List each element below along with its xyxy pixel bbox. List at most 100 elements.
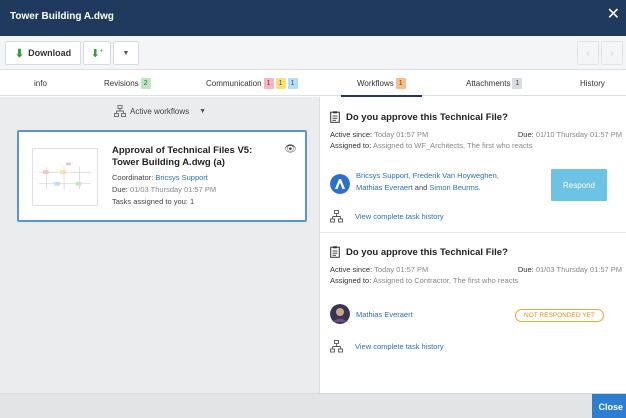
view-history-label: View complete task history: [355, 212, 444, 221]
download-button[interactable]: ⬇ Download: [5, 41, 81, 65]
task-question-text: Do you approve this Technical File?: [346, 246, 508, 258]
due-label: Due:: [112, 185, 128, 194]
toolbar: ⬇ Download ⬇+ ▼ ‹ ›: [0, 36, 626, 70]
assignee-line-1[interactable]: Bricsys Support, Frederik Van Hoyweghen,: [356, 170, 499, 182]
assigned-label: Assigned to:: [330, 141, 372, 150]
active-since-value: Today 01:57 PM: [374, 130, 429, 139]
tab-revisions-label: Revisions: [104, 78, 139, 88]
workflow-list-panel: Active workflows ▼ Approval of Technical…: [0, 97, 319, 393]
coordinator-line: Coordinator: Bricsys Support: [112, 173, 208, 182]
tab-communication-label: Communication: [206, 78, 262, 88]
task-due-value: 01/03 Thursday 01:57 PM: [535, 265, 622, 274]
close-icon[interactable]: ✕: [607, 7, 620, 23]
workflow-arrow-icon: ⬇+: [90, 47, 104, 60]
window-title: Tower Building A.dwg: [10, 11, 114, 22]
task-question: Do you approve this Technical File?: [330, 111, 622, 123]
tab-communication[interactable]: Communication 1 1 1: [206, 70, 298, 96]
active-workflows-filter[interactable]: Active workflows ▼: [114, 105, 206, 117]
chevron-right-icon: ›: [610, 48, 614, 58]
active-since-line: Active since: Today 01:57 PM: [330, 130, 428, 139]
tasks-count: 1: [189, 197, 195, 206]
due-line: Due: 01/03 Thursday 01:57 PM: [112, 185, 216, 194]
next-button[interactable]: ›: [601, 41, 623, 65]
close-button[interactable]: Close: [592, 394, 626, 418]
view-history-link[interactable]: View complete task history: [330, 340, 444, 353]
tab-history-label: History: [580, 78, 605, 88]
tab-revisions[interactable]: Revisions 2: [104, 70, 151, 96]
task-due-line: Due: 01/10 Thursday 01:57 PM: [518, 130, 622, 139]
attachments-count-badge: 1: [512, 77, 523, 89]
tab-workflows-label: Workflows: [357, 78, 394, 88]
assigned-value: Assigned to Contractor, The first who re…: [372, 276, 519, 285]
chevron-down-icon: ▼: [122, 49, 130, 57]
workflow-icon: [330, 210, 343, 223]
task-item: Do you approve this Technical File? Acti…: [330, 246, 622, 364]
footer-bar: Close: [0, 393, 626, 418]
view-history-link[interactable]: View complete task history: [330, 210, 444, 223]
workflow-icon: [330, 340, 343, 353]
assignee-mathias[interactable]: Mathias Everaert: [356, 310, 413, 319]
workflow-title: Approval of Technical Files V5: Tower Bu…: [112, 145, 253, 168]
coordinator-link[interactable]: Bricsys Support: [155, 173, 208, 182]
assigned-label: Assigned to:: [330, 276, 372, 285]
assigned-line: Assigned to: Assigned to WF_Architects, …: [330, 141, 532, 150]
task-detail-panel: Do you approve this Technical File? Acti…: [319, 97, 626, 393]
filter-label: Active workflows: [130, 106, 190, 116]
chevron-down-icon: ▼: [199, 107, 207, 115]
workflow-action-button[interactable]: ⬇+: [83, 41, 111, 65]
tab-info-label: info: [34, 78, 47, 88]
due-value: 01/03 Thursday 01:57 PM: [129, 185, 217, 194]
view-history-label: View complete task history: [355, 342, 444, 351]
workflows-count-badge: 1: [395, 77, 406, 89]
group-avatar-icon: [330, 174, 350, 194]
drawing-thumbnail: [32, 148, 98, 206]
tab-info[interactable]: info: [34, 70, 47, 96]
tab-attachments-label: Attachments: [466, 78, 511, 88]
assignee-and: and: [414, 183, 428, 192]
coordinator-label: Coordinator:: [112, 173, 154, 182]
eye-icon[interactable]: 👁: [284, 144, 297, 155]
active-since-label: Active since:: [330, 130, 373, 139]
task-due-value: 01/10 Thursday 01:57 PM: [535, 130, 622, 139]
more-options-button[interactable]: ▼: [113, 41, 139, 65]
task-divider: [320, 232, 626, 233]
task-due-label: Due:: [517, 265, 534, 274]
assignee-list: Mathias Everaert: [356, 309, 413, 321]
active-since-line: Active since: Today 01:57 PM: [330, 265, 428, 274]
tasks-label: Tasks assigned to you:: [112, 197, 188, 206]
active-since-label: Active since:: [330, 265, 373, 274]
task-due-label: Due:: [517, 130, 534, 139]
assignee-line-2: Mathias Everaert and Simon Beurms.: [356, 182, 499, 194]
assigned-line: Assigned to: Assigned to Contractor, The…: [330, 276, 518, 285]
respond-button[interactable]: Respond: [551, 169, 607, 201]
assignee-list: Bricsys Support, Frederik Van Hoyweghen,…: [356, 170, 499, 194]
clipboard-icon: [330, 246, 340, 258]
communication-badge-blue: 1: [287, 77, 298, 89]
workflow-card[interactable]: Approval of Technical Files V5: Tower Bu…: [17, 130, 307, 222]
communication-badge-yellow: 1: [275, 77, 286, 89]
chevron-left-icon: ‹: [586, 48, 590, 58]
task-question: Do you approve this Technical File?: [330, 246, 622, 258]
revisions-count-badge: 2: [140, 77, 151, 89]
previous-button[interactable]: ‹: [577, 41, 599, 65]
task-item: Do you approve this Technical File? Acti…: [330, 111, 622, 229]
task-due-line: Due: 01/03 Thursday 01:57 PM: [518, 265, 622, 274]
communication-badge-pink: 1: [263, 77, 274, 89]
status-badge: NOT RESPONDED YET: [515, 309, 604, 322]
task-question-text: Do you approve this Technical File?: [346, 111, 508, 123]
tab-bar: info Revisions 2 Communication 1 1 1 Wor…: [0, 70, 626, 97]
clipboard-icon: [330, 111, 340, 123]
assigned-value: Assigned to WF_Architects, The first who…: [372, 141, 533, 150]
tab-history[interactable]: History: [580, 70, 605, 96]
workflow-icon: [114, 105, 126, 117]
tab-attachments[interactable]: Attachments 1: [466, 70, 523, 96]
tab-workflows[interactable]: Workflows 1: [341, 70, 422, 97]
assignee-simon[interactable]: Simon Beurms.: [429, 183, 480, 192]
tasks-line: Tasks assigned to you: 1: [112, 197, 194, 206]
avatar: [330, 304, 350, 324]
assignee-mathias[interactable]: Mathias Everaert: [356, 183, 413, 192]
active-since-value: Today 01:57 PM: [374, 265, 429, 274]
title-bar: Tower Building A.dwg ✕: [0, 0, 626, 36]
download-arrow-icon: ⬇: [14, 47, 25, 60]
download-label: Download: [28, 48, 72, 58]
